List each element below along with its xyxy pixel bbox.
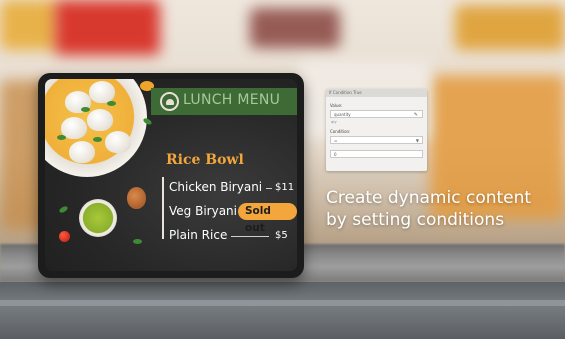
counter (0, 282, 565, 339)
condition-label: Condition: (330, 129, 351, 134)
menu-item-plain-rice: Plain Rice (169, 228, 228, 242)
counter-rail (0, 300, 565, 306)
menu-item-chicken-biryani: Chicken Biryani (169, 180, 263, 194)
caption-line-2: by setting conditions (326, 210, 505, 230)
value-hint: qty (331, 120, 337, 124)
chevron-down-icon[interactable]: ▼ (416, 137, 419, 144)
condition-panel-header: If Condition True (326, 89, 427, 97)
pencil-icon[interactable]: ✎ (414, 112, 418, 119)
menu-item-veg-biryani: Veg Biryani (169, 204, 237, 218)
sold-out-badge: Sold out (238, 203, 297, 234)
target-value-input[interactable]: 0 (330, 150, 423, 158)
tablet-device: LUNCH MENU Rice Bowl Chicken Biryani $11… (38, 73, 304, 278)
caption-text: Create dynamic content by setting condit… (326, 187, 531, 231)
menu-title: LUNCH MENU (183, 92, 281, 108)
caption-line-1: Create dynamic content (326, 188, 532, 208)
tomato-image (59, 231, 70, 242)
menu-divider (162, 177, 164, 239)
menu-screen: LUNCH MENU Rice Bowl Chicken Biryani $11… (45, 79, 297, 271)
salad-bowl-image (79, 199, 117, 237)
condition-select[interactable]: = ▼ (330, 136, 423, 144)
onion-image (127, 187, 146, 209)
section-title: Rice Bowl (166, 152, 244, 168)
chef-hat-icon (160, 92, 179, 111)
condition-panel: If Condition True Value: quantity ✎ qty … (326, 89, 427, 171)
value-input[interactable]: quantity ✎ (330, 110, 423, 118)
value-label: Value: (330, 103, 343, 108)
price-plain-rice: $5 (275, 230, 288, 241)
price-chicken-biryani: $11 (275, 182, 295, 193)
